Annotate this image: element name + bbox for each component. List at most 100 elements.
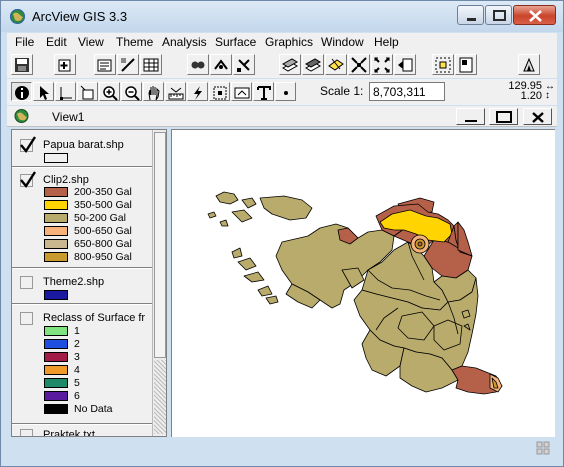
locate-address-button[interactable] [210, 54, 232, 75]
scale-input[interactable] [369, 82, 445, 101]
view-minimize-button[interactable] [456, 108, 485, 125]
legend-label: 500-650 Gal [74, 225, 132, 237]
zoom-in-icon[interactable] [99, 82, 120, 101]
zoom-in-fixed-button[interactable] [348, 54, 370, 75]
label-tool[interactable] [231, 82, 252, 101]
menu-surface[interactable]: Surface [215, 35, 256, 49]
hot-link-button[interactable] [233, 54, 255, 75]
hotlink-lightning-icon[interactable] [187, 82, 208, 101]
menu-window[interactable]: Window [321, 35, 364, 49]
legend-swatch [44, 226, 68, 236]
coordinate-y: 1.20 [520, 90, 542, 102]
theme-name: Reclass of Surface fr [43, 312, 146, 324]
toc-theme-reclass-surface[interactable]: Reclass of Surface fr 1 2 3 4 5 6 No Dat… [12, 305, 152, 423]
view-maximize-button[interactable] [489, 108, 518, 125]
edit-legend-button[interactable] [117, 54, 139, 75]
map-island [237, 257, 257, 271]
map-island [265, 295, 279, 305]
legend-swatch [44, 391, 68, 401]
zoom-previous-button[interactable] [394, 54, 416, 75]
theme-visibility-checkbox[interactable] [20, 312, 33, 325]
tool-bar: Scale 1: 129.95 1.20 ↔ ↕ [7, 79, 557, 105]
zoom-out-fixed-button[interactable] [371, 54, 393, 75]
app-title: ArcView GIS 3.3 [32, 9, 128, 24]
theme-visibility-checkbox[interactable] [20, 136, 37, 154]
menu-edit[interactable]: Edit [46, 35, 67, 49]
minimize-button[interactable] [457, 5, 484, 25]
legend-swatch [44, 352, 68, 362]
legend-label: 200-350 Gal [74, 186, 132, 198]
pointer-tool[interactable] [33, 82, 54, 101]
theme-properties-button[interactable] [94, 54, 116, 75]
map-display[interactable] [171, 129, 555, 437]
legend-swatch [44, 404, 68, 414]
title-bar[interactable]: ArcView GIS 3.3 [1, 1, 563, 32]
legend-label: 3 [74, 351, 80, 363]
zoom-to-selected-button[interactable] [325, 54, 347, 75]
zoom-to-themes-button[interactable] [279, 54, 301, 75]
legend-label: 350-500 Gal [74, 199, 132, 211]
map-island [461, 309, 471, 319]
pan-hand-icon[interactable] [143, 82, 164, 101]
legend-swatch [44, 365, 68, 375]
toc-scrollbar[interactable] [152, 130, 166, 436]
resize-grip-icon[interactable] [535, 440, 551, 456]
map-island [231, 209, 253, 223]
open-attributes-button[interactable] [140, 54, 162, 75]
legend-label: 800-950 Gal [74, 251, 132, 263]
theme-name: Clip2.shp [43, 174, 89, 186]
zoom-to-active-themes-button[interactable] [302, 54, 324, 75]
theme-visibility-checkbox[interactable] [20, 429, 33, 436]
map-island [257, 285, 273, 297]
map-island [215, 191, 239, 205]
save-project-button[interactable] [11, 54, 33, 75]
map-island [207, 211, 217, 219]
menu-view[interactable]: View [78, 35, 104, 49]
legend-swatch [44, 378, 68, 388]
scrollbar-track[interactable] [154, 360, 166, 434]
papua-map [207, 191, 503, 395]
menu-theme[interactable]: Theme [116, 35, 153, 49]
maximize-button[interactable] [485, 5, 512, 25]
view-close-button[interactable] [523, 108, 552, 125]
toc-theme-theme2[interactable]: Theme2.shp [12, 269, 152, 303]
theme-name: Papua barat.shp [43, 139, 124, 151]
toc-theme-papua-barat[interactable]: Papua barat.shp [12, 130, 152, 166]
scrollbar-thumb[interactable] [154, 132, 166, 358]
area-select-tool[interactable] [209, 82, 230, 101]
menu-analysis[interactable]: Analysis [162, 35, 207, 49]
theme-visibility-checkbox[interactable] [20, 171, 37, 189]
toc-theme-clip2[interactable]: Clip2.shp 200-350 Gal 350-500 Gal 50-200… [12, 168, 152, 267]
map-island [219, 219, 229, 227]
vertex-edit-tool[interactable] [55, 82, 76, 101]
identify-tool[interactable] [11, 82, 32, 101]
close-button[interactable] [513, 5, 556, 25]
menu-graphics[interactable]: Graphics [265, 35, 313, 49]
scale-label: Scale 1: [320, 84, 364, 98]
theme-visibility-checkbox[interactable] [20, 276, 33, 289]
menu-help[interactable]: Help [374, 35, 399, 49]
toc-theme-praktek[interactable]: Praktek.txt [12, 425, 152, 436]
view-title-bar[interactable]: View1 [7, 106, 557, 127]
help-button[interactable] [518, 54, 540, 75]
menu-file[interactable]: File [15, 35, 34, 49]
map-island-waigeo [259, 195, 313, 221]
map-island [243, 271, 265, 283]
view-globe-icon [14, 109, 29, 123]
text-tool[interactable] [253, 82, 274, 101]
status-bar [7, 438, 557, 460]
draw-point-tool[interactable] [275, 82, 296, 101]
zoom-out-icon[interactable] [121, 82, 142, 101]
globe-icon [10, 9, 25, 24]
layout-button[interactable] [455, 54, 477, 75]
add-theme-button[interactable] [54, 54, 76, 75]
select-features-button[interactable] [432, 54, 454, 75]
measure-tool[interactable] [165, 82, 186, 101]
find-button[interactable] [187, 54, 209, 75]
legend-swatch [44, 339, 68, 349]
view-title: View1 [52, 110, 85, 124]
select-feature-tool[interactable] [77, 82, 98, 101]
legend-label: 2 [74, 338, 80, 350]
vertical-arrows-icon: ↕ [545, 90, 550, 101]
legend-swatch [44, 239, 68, 249]
